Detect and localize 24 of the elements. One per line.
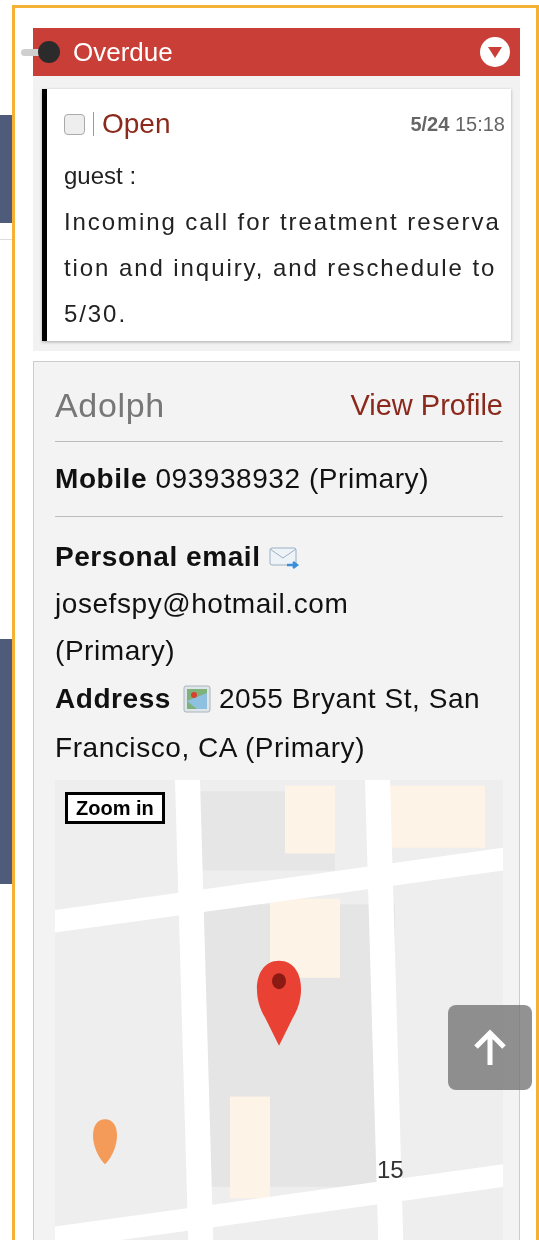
address-text: 2055 Bryant St, San bbox=[218, 682, 481, 716]
collapse-button[interactable] bbox=[480, 37, 510, 67]
envelope-icon bbox=[268, 544, 299, 569]
contact-name: Adolph bbox=[55, 385, 165, 426]
contact-field: Mobile 093938932 (Primary) bbox=[55, 463, 430, 494]
task-status: Open bbox=[102, 107, 171, 141]
task-note: Incoming call for treatment reservation and inquiry, and reschedule to 5/30. bbox=[64, 207, 502, 329]
email-address: josefspy@hotmail.com (Primary) bbox=[55, 587, 350, 668]
address-text: Francisco, CA (Primary) bbox=[55, 731, 366, 765]
map-label: 15 bbox=[377, 1155, 404, 1185]
caret-icon bbox=[488, 46, 502, 58]
scroll-top-button[interactable] bbox=[448, 1005, 532, 1090]
pin-icon bbox=[21, 40, 63, 64]
task-time: 15:18 bbox=[454, 113, 505, 135]
view-profile-link[interactable]: View Profile bbox=[350, 383, 503, 428]
up-arrow-icon bbox=[473, 1028, 507, 1067]
field-label: Personal email bbox=[55, 540, 261, 574]
task-author: guest : bbox=[64, 161, 138, 191]
map-icon bbox=[182, 684, 211, 713]
task-date: 5/24 bbox=[410, 113, 450, 135]
task-checkbox[interactable] bbox=[64, 113, 85, 135]
field-label: Address bbox=[55, 682, 171, 716]
section-title: Overdue bbox=[73, 35, 173, 69]
zoom-in-button[interactable]: Zoom in bbox=[65, 792, 165, 824]
